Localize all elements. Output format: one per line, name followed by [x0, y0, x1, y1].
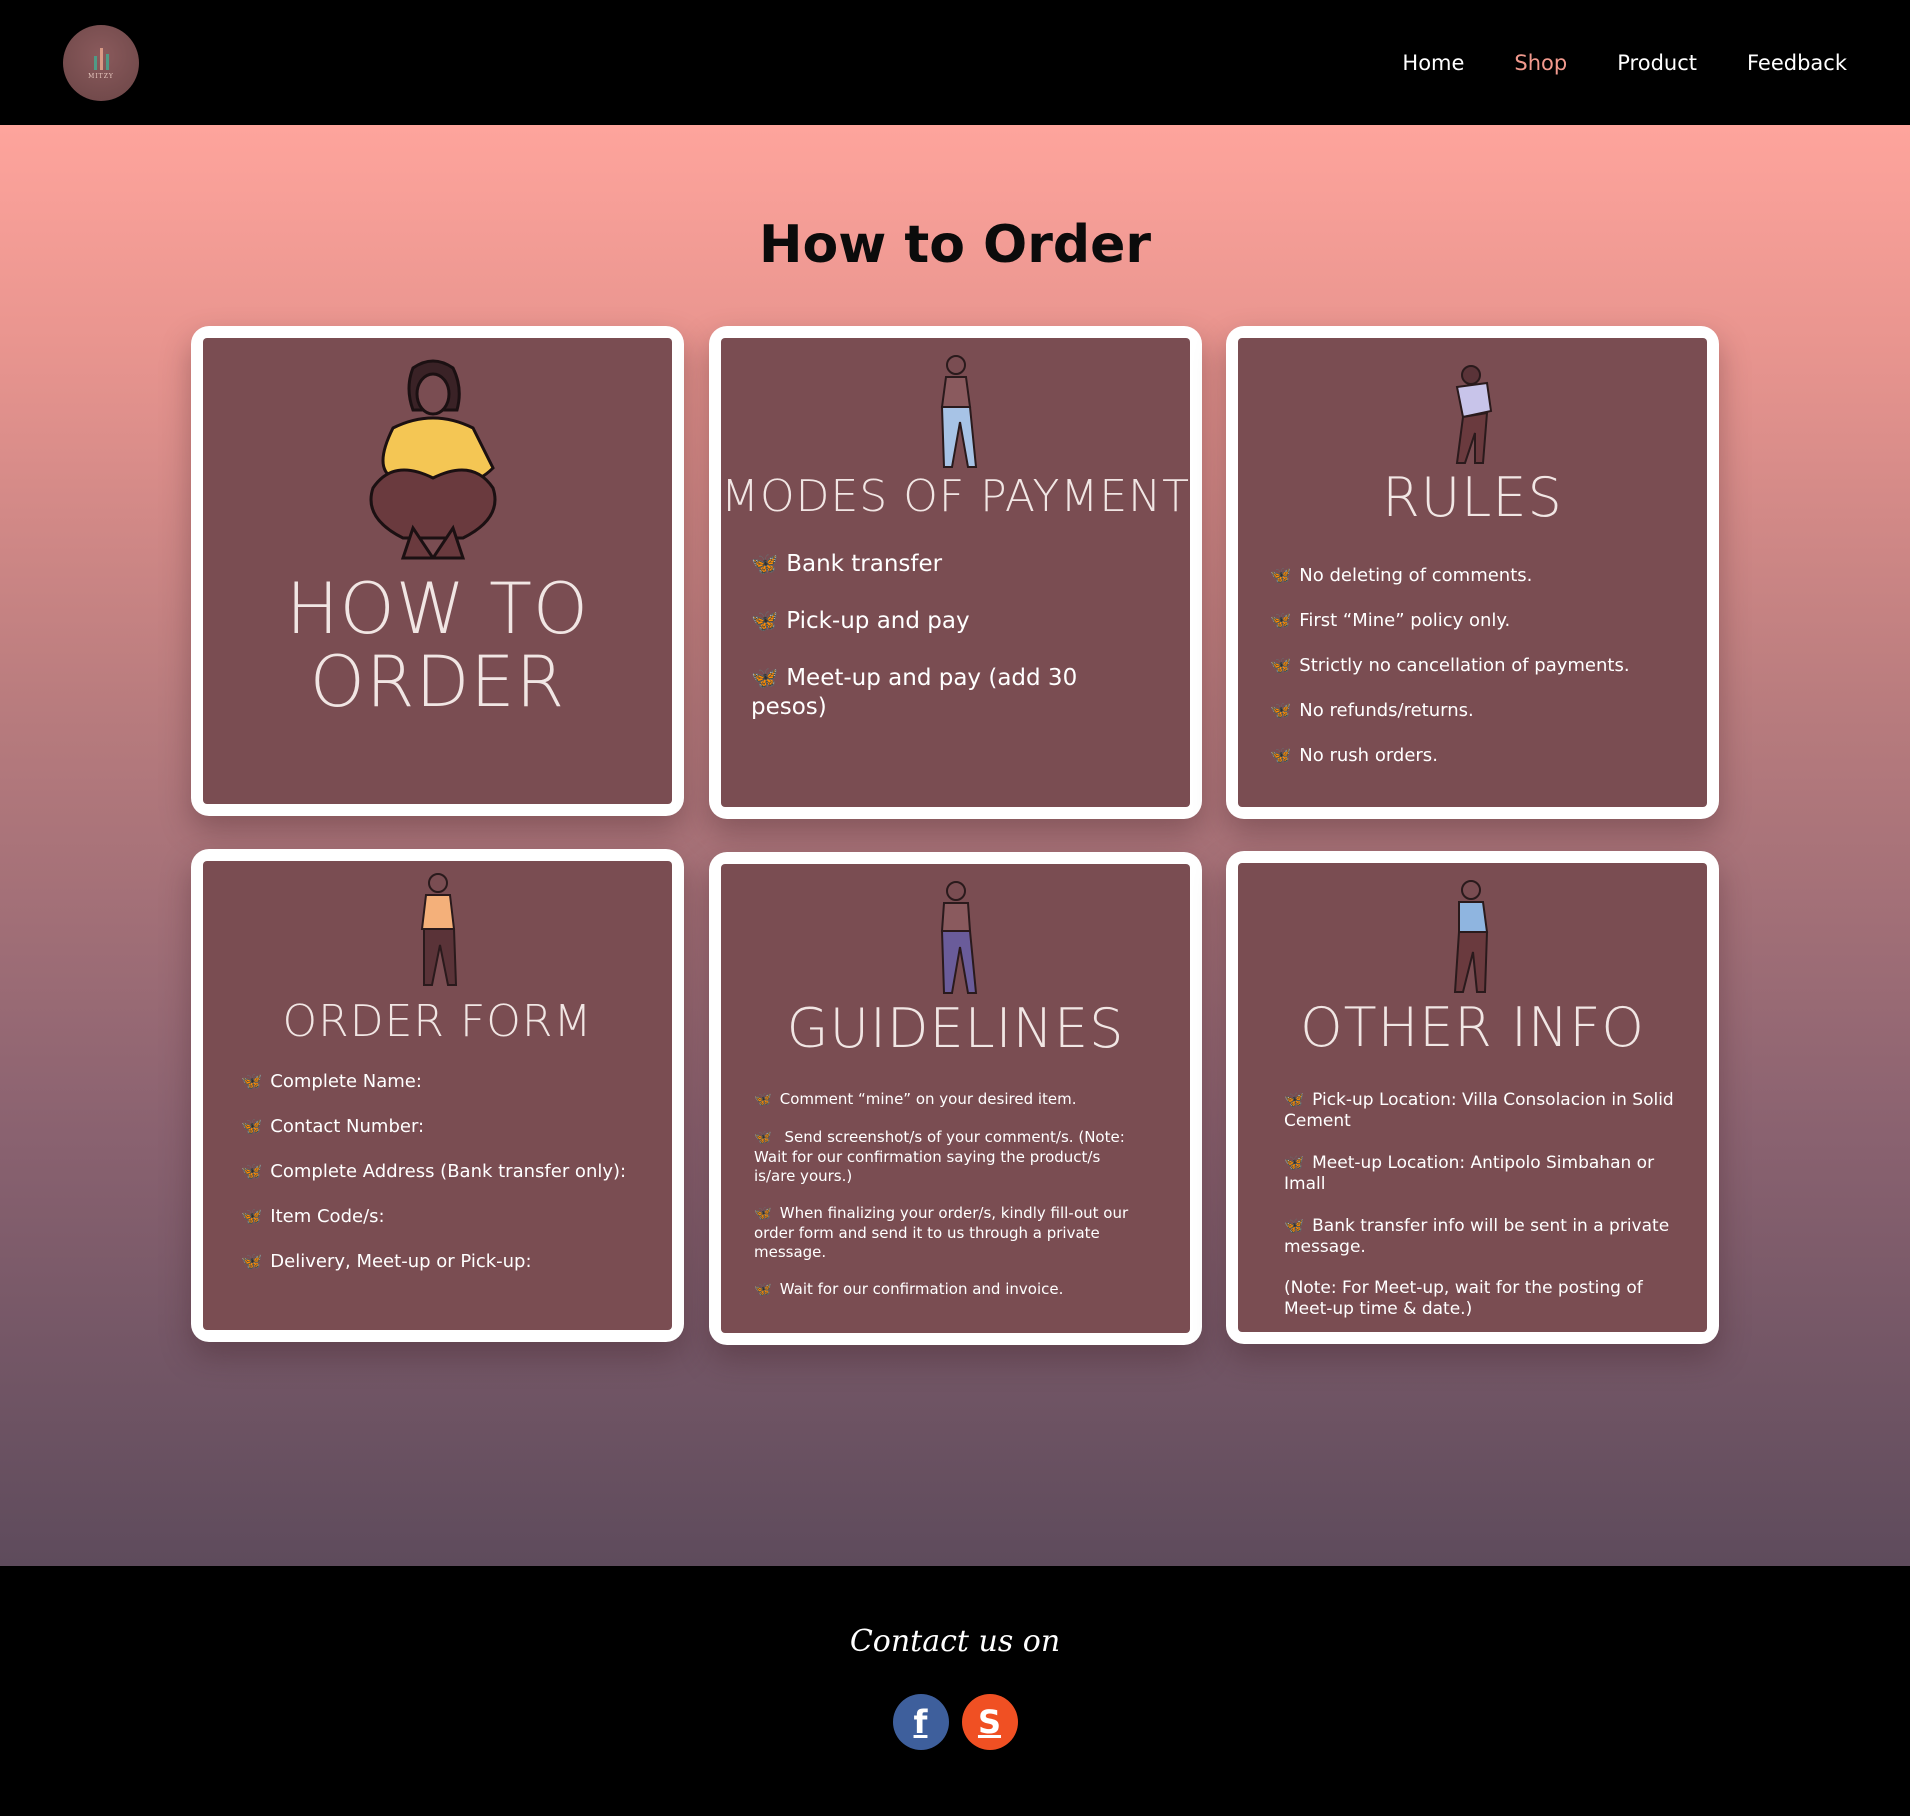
- list-item: 🦋 No rush orders.: [1270, 745, 1438, 766]
- butterfly-icon: 🦋: [751, 552, 779, 577]
- list-item: 🦋 Send screenshot/s of your comment/s. (…: [754, 1128, 1125, 1185]
- butterfly-icon: 🦋: [754, 1130, 772, 1146]
- list-item: 🦋 Meet-up and pay (add 30 pesos): [751, 665, 1078, 720]
- payment-list: 🦋 Bank transfer 🦋 Pick-up and pay 🦋 Meet-up…: [751, 550, 1151, 722]
- nav-feedback[interactable]: Feedback: [1747, 51, 1847, 75]
- woman-jeans-illustration-icon: [940, 355, 978, 468]
- list-item: 🦋 Wait for our confirmation and invoice.: [754, 1280, 1064, 1298]
- contact-label: Contact us on: [849, 1624, 1061, 1659]
- nav-product[interactable]: Product: [1617, 51, 1697, 75]
- facebook-icon[interactable]: f: [892, 1694, 949, 1750]
- nav-links: Home Shop Product Feedback: [1402, 51, 1847, 75]
- woman-standing-illustration-icon: [420, 873, 458, 986]
- butterfly-icon: 🦋: [1270, 656, 1292, 676]
- butterfly-icon: 🦋: [241, 1072, 263, 1092]
- butterfly-icon: 🦋: [751, 609, 779, 634]
- how-to-order-title-line1: HOW TO: [285, 568, 590, 650]
- card-modes-of-payment: MODES OF PAYMENT 🦋 Bank transfer 🦋 Pick-up…: [709, 326, 1202, 819]
- order-form-list: 🦋 Complete Name: 🦋 Contact Number: 🦋 Comple…: [241, 1070, 671, 1274]
- list-item: 🦋 Pick-up and pay: [751, 608, 970, 634]
- card-rules: RULES 🦋 No deleting of comments. 🦋 First “…: [1226, 326, 1719, 819]
- main-section: How to Order HOW TO ORDER MODES OF PAYME…: [0, 125, 1910, 1566]
- list-item: 🦋 First “Mine” policy only.: [1270, 610, 1511, 631]
- butterfly-icon: 🦋: [241, 1162, 263, 1182]
- woman-sitting-illustration-icon: [369, 359, 497, 560]
- list-item: 🦋 Meet-up Location: Antipolo Simbahan or …: [1284, 1153, 1655, 1194]
- other-info-title: OTHER INFO: [1300, 996, 1645, 1059]
- list-item: 🦋 Contact Number:: [241, 1116, 425, 1137]
- list-item: 🦋 Complete Name:: [241, 1071, 422, 1092]
- guidelines-title: GUIDELINES: [786, 997, 1125, 1060]
- butterfly-icon: 🦋: [754, 1206, 772, 1222]
- shopee-icon[interactable]: S: [961, 1694, 1018, 1750]
- list-item: 🦋 No refunds/returns.: [1270, 700, 1474, 721]
- butterfly-icon: 🦋: [1284, 1090, 1305, 1109]
- rules-list: 🦋 No deleting of comments. 🦋 First “Mine” …: [1270, 564, 1690, 768]
- list-item: 🦋 Comment “mine” on your desired item.: [754, 1090, 1077, 1108]
- list-item: 🦋 When finalizing your order/s, kindly fi…: [754, 1204, 1129, 1261]
- list-item: 🦋 Item Code/s:: [241, 1206, 385, 1227]
- butterfly-icon: 🦋: [754, 1282, 772, 1298]
- butterfly-icon: 🦋: [241, 1207, 263, 1227]
- list-item: 🦋 Delivery, Meet-up or Pick-up:: [241, 1251, 532, 1272]
- guidelines-list: 🦋 Comment “mine” on your desired item. 🦋 …: [754, 1090, 1144, 1300]
- other-info-list: 🦋 Pick-up Location: Villa Consolacion in …: [1284, 1089, 1674, 1320]
- list-item: 🦋 No deleting of comments.: [1270, 565, 1533, 586]
- list-item: 🦋 Bank transfer: [751, 551, 943, 577]
- butterfly-icon: 🦋: [1270, 566, 1292, 586]
- butterfly-icon: 🦋: [1284, 1153, 1305, 1172]
- how-to-order-title-line2: ORDER: [309, 641, 566, 723]
- butterfly-icon: 🦋: [241, 1117, 263, 1137]
- nav-home[interactable]: Home: [1402, 51, 1464, 75]
- butterfly-icon: 🦋: [1270, 746, 1292, 766]
- card-guidelines: GUIDELINES 🦋 Comment “mine” on your desir…: [709, 852, 1202, 1345]
- footer: Contact us on f S: [0, 1566, 1910, 1816]
- woman-leaning-illustration-icon: [1455, 365, 1493, 464]
- logo-text: MITZY: [88, 72, 114, 80]
- nav-shop[interactable]: Shop: [1514, 51, 1567, 75]
- navbar: MITZY Home Shop Product Feedback: [0, 0, 1910, 125]
- logo[interactable]: MITZY: [63, 24, 139, 101]
- list-item: 🦋 Strictly no cancellation of payments.: [1270, 655, 1630, 676]
- logo-mark-icon: [93, 46, 109, 70]
- page-title: How to Order: [758, 215, 1152, 275]
- butterfly-icon: 🦋: [1270, 701, 1292, 721]
- butterfly-icon: 🦋: [751, 666, 779, 691]
- butterfly-icon: 🦋: [1284, 1216, 1305, 1235]
- list-item: 🦋 Pick-up Location: Villa Consolacion in …: [1284, 1090, 1674, 1131]
- card-order-form: ORDER FORM 🦋 Complete Name: 🦋 Contact Numb…: [191, 849, 684, 1342]
- list-item: 🦋 Complete Address (Bank transfer only):: [241, 1161, 627, 1182]
- list-item: 🦋 Bank transfer info will be sent in a pr…: [1284, 1216, 1670, 1257]
- modes-of-payment-title: MODES OF PAYMENT: [721, 471, 1190, 522]
- woman-posing-illustration-icon: [940, 881, 978, 994]
- order-form-title: ORDER FORM: [282, 996, 593, 1047]
- rules-title: RULES: [1382, 466, 1563, 529]
- butterfly-icon: 🦋: [754, 1092, 772, 1108]
- card-how-to-order: HOW TO ORDER: [191, 326, 684, 816]
- social-links: f S: [0, 1694, 1910, 1750]
- butterfly-icon: 🦋: [1270, 611, 1292, 631]
- woman-side-illustration-icon: [1453, 880, 1489, 993]
- card-other-info: OTHER INFO 🦋 Pick-up Location: Villa Cons…: [1226, 851, 1719, 1344]
- other-info-note: (Note: For Meet-up, wait for the posting…: [1284, 1278, 1643, 1319]
- butterfly-icon: 🦋: [241, 1252, 263, 1272]
